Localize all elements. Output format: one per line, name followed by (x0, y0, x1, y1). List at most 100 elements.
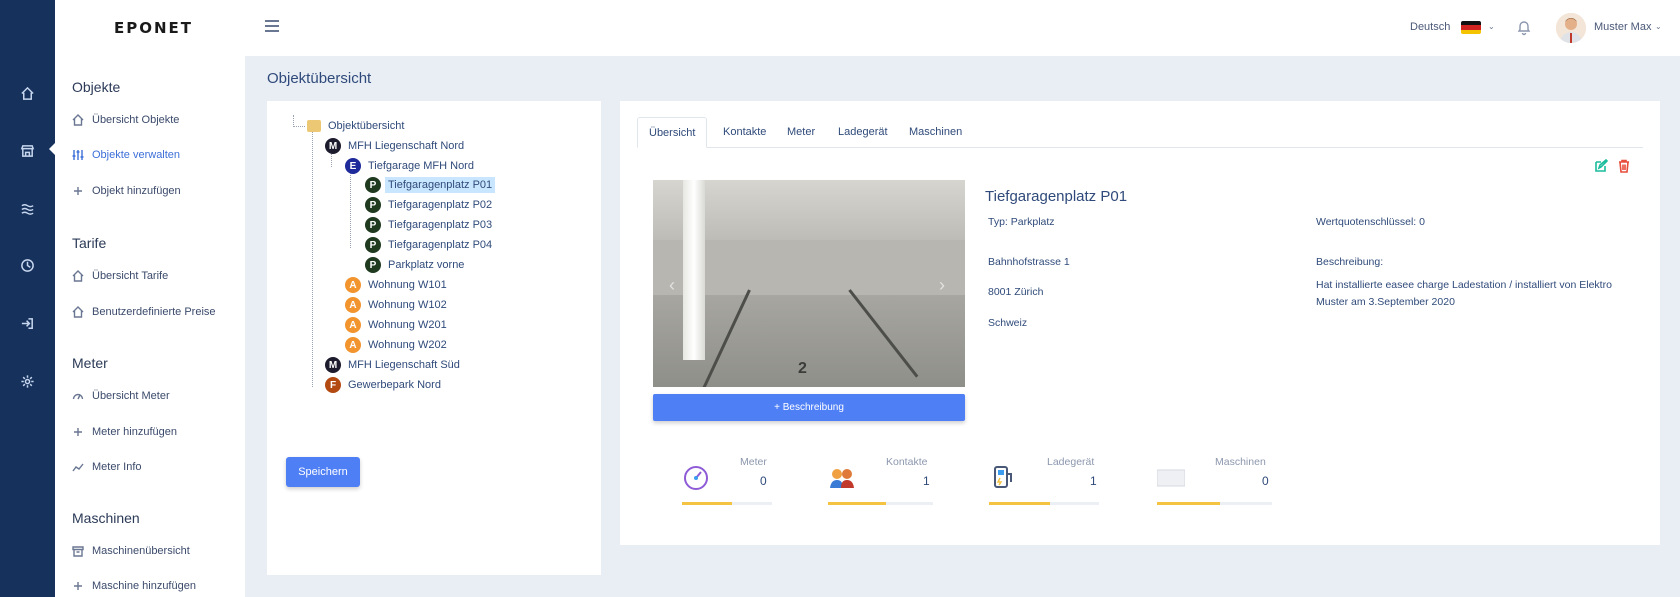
object-type: Typ: Parkplatz (988, 216, 1055, 228)
delete-icon[interactable] (1617, 159, 1631, 178)
chevron-down-icon[interactable]: ⌄ (1488, 22, 1495, 31)
tab-uebersicht[interactable]: Übersicht (637, 117, 708, 148)
icon-rail (0, 0, 56, 597)
chevron-down-icon[interactable]: ⌄ (1655, 22, 1662, 31)
tree-node-label: Wohnung W202 (368, 339, 447, 351)
tree-root[interactable]: Objektübersicht (307, 117, 407, 135)
tab-meter[interactable]: Meter (776, 117, 826, 148)
sidebar-item-maschine-hinzufuegen[interactable]: Maschine hinzufügen (72, 580, 196, 592)
tree-node[interactable]: P Tiefgaragenplatz P04 (365, 236, 495, 254)
description-label: Beschreibung: (1316, 256, 1384, 268)
tree-node[interactable]: E Tiefgarage MFH Nord (345, 157, 477, 175)
people-icon (828, 464, 856, 490)
tree-node[interactable]: A Wohnung W201 (345, 316, 450, 334)
tab-kontakte[interactable]: Kontakte (712, 117, 777, 148)
tree-node-label: Objektübersicht (328, 120, 405, 132)
sidebar-item-uebersicht-tarife[interactable]: Übersicht Tarife (72, 270, 168, 282)
folder-icon (307, 120, 321, 132)
save-button[interactable]: Speichern (286, 457, 360, 487)
stat-progress (828, 502, 933, 505)
tree-node[interactable]: F Gewerbepark Nord (325, 376, 444, 394)
tree-node-label: Parkplatz vorne (388, 259, 465, 271)
object-photo: ‹ › 2 (653, 180, 965, 387)
tree-node[interactable]: M MFH Liegenschaft Süd (325, 356, 463, 374)
tree-node-label: Tiefgaragenplatz P04 (388, 239, 493, 251)
badge-a-icon: A (345, 277, 361, 293)
add-description-button[interactable]: + Beschreibung (653, 394, 965, 421)
sidebar-item-uebersicht-meter[interactable]: Übersicht Meter (72, 390, 170, 402)
chevron-right-icon[interactable]: › (939, 275, 945, 296)
description-text: Hat installierte easee charge Ladestatio… (1316, 279, 1612, 308)
logo-text: EPONET (114, 19, 194, 37)
stat-value: 0 (1262, 474, 1269, 488)
sidebar-item-objekte-verwalten[interactable]: Objekte verwalten (72, 149, 180, 161)
section-title-objekte: Objekte (72, 79, 121, 95)
home-icon (72, 114, 84, 126)
stat-value: 1 (1090, 474, 1097, 488)
badge-p-icon: P (365, 257, 381, 273)
stat-value: 0 (760, 474, 767, 488)
archive-icon (72, 546, 84, 557)
home-icon[interactable] (0, 73, 55, 113)
tree-node-label: Wohnung W201 (368, 319, 447, 331)
tab-bar: Übersicht Kontakte Meter Ladegerät Masch… (637, 117, 1643, 148)
settings-icon[interactable] (0, 361, 55, 401)
store-icon[interactable] (0, 130, 55, 170)
stat-label: Meter (740, 456, 767, 468)
tree-node-label: Gewerbepark Nord (348, 379, 441, 391)
plus-icon (74, 582, 82, 590)
tree-node[interactable]: P Tiefgaragenplatz P03 (365, 216, 495, 234)
country: Schweiz (988, 317, 1028, 329)
chevron-left-icon[interactable]: ‹ (669, 275, 675, 296)
object-tree-panel: Objektübersicht M MFH Liegenschaft Nord … (267, 101, 601, 575)
sidebar-item-uebersicht-objekte[interactable]: Übersicht Objekte (72, 114, 179, 126)
sidebar-item-meter-hinzufuegen[interactable]: Meter hinzufügen (72, 426, 177, 438)
sidebar-item-label: Objekt hinzufügen (92, 185, 181, 197)
tree-node[interactable]: A Wohnung W202 (345, 336, 450, 354)
bell-icon[interactable] (1516, 19, 1532, 41)
tree-node-selected[interactable]: P Tiefgaragenplatz P01 (365, 176, 496, 194)
plus-icon (74, 428, 82, 436)
menu-toggle-icon[interactable] (265, 20, 279, 32)
section-title-meter: Meter (72, 355, 108, 371)
tree-node-label: Tiefgaragenplatz P01 (385, 177, 496, 193)
tree-node[interactable]: P Parkplatz vorne (365, 256, 467, 274)
language-selector[interactable]: Deutsch (1410, 21, 1450, 33)
badge-e-icon: E (345, 158, 361, 174)
sign-in-icon[interactable] (0, 303, 55, 343)
tree-node[interactable]: A Wohnung W102 (345, 296, 450, 314)
tab-ladegeraet[interactable]: Ladegerät (827, 117, 899, 148)
sliders-icon (72, 150, 84, 160)
sidebar-item-label: Maschinenübersicht (92, 545, 190, 557)
badge-a-icon: A (345, 317, 361, 333)
stat-progress (989, 502, 1099, 505)
section-title-tarife: Tarife (72, 235, 107, 251)
stat-progress (1157, 502, 1272, 505)
stat-value: 1 (923, 474, 930, 488)
sidebar-item-label: Übersicht Tarife (92, 270, 169, 282)
clock-icon[interactable] (0, 245, 55, 285)
tree-node-label: MFH Liegenschaft Nord (348, 140, 465, 152)
sidebar-item-maschinenuebersicht[interactable]: Maschinenübersicht (72, 545, 190, 557)
tree-node-label: Tiefgaragenplatz P02 (388, 199, 493, 211)
tree-node[interactable]: A Wohnung W101 (345, 276, 450, 294)
home-icon (72, 306, 84, 318)
tree-node-label: Wohnung W101 (368, 279, 447, 291)
sidebar-item-objekt-hinzufuegen[interactable]: Objekt hinzufügen (72, 185, 181, 197)
edit-icon[interactable] (1594, 158, 1609, 178)
tab-maschinen[interactable]: Maschinen (898, 117, 973, 148)
plus-icon (74, 187, 82, 195)
sidebar-item-benutzerdefinierte-preise[interactable]: Benutzerdefinierte Preise (72, 306, 216, 318)
germany-flag-icon[interactable] (1461, 21, 1481, 34)
tree-node[interactable]: P Tiefgaragenplatz P02 (365, 196, 495, 214)
badge-p-icon: P (365, 177, 381, 193)
tree-node-label: Tiefgaragenplatz P03 (388, 219, 493, 231)
sidebar-item-meter-info[interactable]: Meter Info (72, 461, 142, 473)
charger-icon (989, 464, 1017, 490)
waves-icon[interactable] (0, 188, 55, 228)
user-menu[interactable]: Muster Max (1594, 21, 1651, 33)
tree-node[interactable]: M MFH Liegenschaft Nord (325, 137, 467, 155)
avatar[interactable] (1556, 13, 1586, 43)
quota-key: Wertquotenschlüssel: 0 (1316, 216, 1425, 228)
logo[interactable]: EPONET (55, 0, 245, 56)
